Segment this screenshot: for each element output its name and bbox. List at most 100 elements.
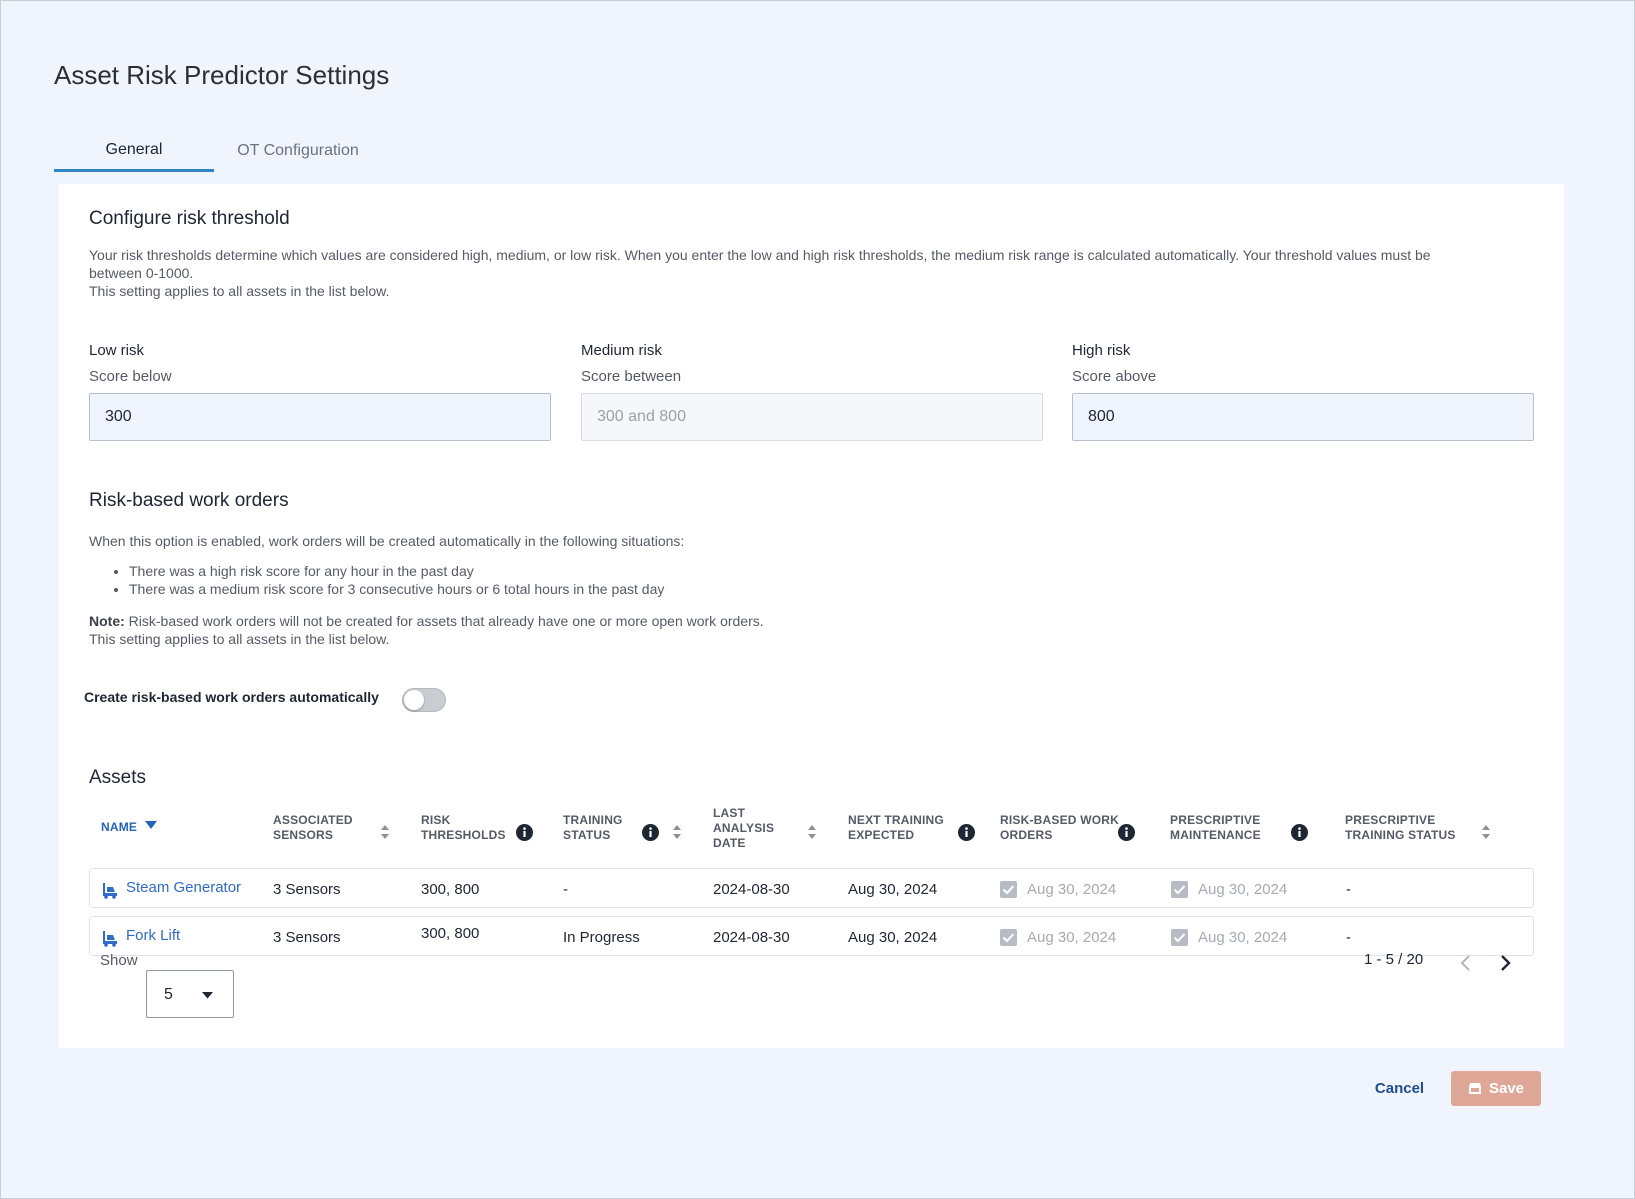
auto-work-orders-label: Create risk-based work orders automatica… <box>84 689 379 705</box>
save-icon <box>1468 1083 1481 1094</box>
prescriptive-maintenance-checkbox <box>1171 881 1188 898</box>
work-orders-note: Note: Risk-based work orders will not be… <box>89 612 764 648</box>
list-item: There was a high risk score for any hour… <box>129 562 664 580</box>
medium-risk-input: 300 and 800 <box>581 393 1043 441</box>
risk-work-orders-date: Aug 30, 2024 <box>1027 881 1117 898</box>
check-icon <box>1173 885 1186 895</box>
medium-risk-label: Medium risk <box>581 342 662 359</box>
prescriptive-maintenance-checkbox <box>1171 929 1188 946</box>
header-line: NEXT TRAINING <box>848 813 944 827</box>
header-line: RISK-BASED WORK <box>1000 813 1119 827</box>
header-line: ANALYSIS <box>713 821 775 835</box>
column-header-training-status: TRAINING STATUS <box>563 813 623 843</box>
prescriptive-maintenance-date: Aug 30, 2024 <box>1198 929 1288 946</box>
chevron-down-icon <box>202 992 213 999</box>
header-line: LAST <box>713 806 746 820</box>
column-header-associated-sensors: ASSOCIATED SENSORS <box>273 813 353 843</box>
note-label: Note: <box>89 613 125 629</box>
asset-last-analysis: 2024-08-30 <box>713 929 790 946</box>
toggle-knob <box>404 690 424 710</box>
asset-next-training: Aug 30, 2024 <box>848 929 938 946</box>
save-button-label: Save <box>1488 1080 1525 1097</box>
column-header-name[interactable]: NAME <box>101 820 137 835</box>
sort-icon[interactable] <box>673 825 681 839</box>
header-line: PRESCRIPTIVE <box>1345 813 1436 827</box>
header-line: RISK <box>421 813 451 827</box>
asset-last-analysis: 2024-08-30 <box>713 881 790 898</box>
info-icon[interactable] <box>1118 824 1135 841</box>
chevron-left-icon[interactable] <box>1456 952 1476 974</box>
header-line: TRAINING <box>563 813 623 827</box>
header-line: ORDERS <box>1000 828 1053 842</box>
header-line: ASSOCIATED <box>273 813 353 827</box>
asset-name-link[interactable]: Steam Generator <box>126 879 241 896</box>
cancel-button[interactable]: Cancel <box>1367 1071 1432 1105</box>
save-button[interactable]: Save <box>1451 1071 1541 1106</box>
check-icon <box>1002 885 1015 895</box>
medium-risk-sublabel: Score between <box>581 368 682 385</box>
low-risk-input[interactable]: 300 <box>89 393 551 441</box>
table-row: Fork Lift 3 Sensors 300, 800 In Progress… <box>89 916 1534 956</box>
note-text: Risk-based work orders will not be creat… <box>124 613 764 629</box>
page-size-select[interactable]: 5 <box>146 970 234 1018</box>
work-orders-section-title: Risk-based work orders <box>89 490 289 511</box>
threshold-section-title: Configure risk threshold <box>89 208 290 229</box>
header-line: TRAINING STATUS <box>1345 828 1456 842</box>
header-line: STATUS <box>563 828 611 842</box>
high-risk-label: High risk <box>1072 342 1131 359</box>
column-header-prescriptive-maintenance: PRESCRIPTIVE MAINTENANCE <box>1170 813 1261 843</box>
info-icon[interactable] <box>516 824 533 841</box>
work-orders-intro: When this option is enabled, work orders… <box>89 533 685 549</box>
header-line: MAINTENANCE <box>1170 828 1261 842</box>
header-line: PRESCRIPTIVE <box>1170 813 1261 827</box>
risk-work-orders-checkbox <box>1000 881 1017 898</box>
info-icon[interactable] <box>642 824 659 841</box>
header-line: SENSORS <box>273 828 334 842</box>
prescriptive-training-status: - <box>1346 929 1351 946</box>
page-size-value: 5 <box>164 986 173 1003</box>
column-header-risk-thresholds: RISK THRESHOLDS <box>421 813 506 843</box>
asset-thresholds: 300, 800 <box>421 925 480 942</box>
sort-icon[interactable] <box>808 825 816 839</box>
info-icon[interactable] <box>1291 824 1308 841</box>
table-row: Steam Generator 3 Sensors 300, 800 - 202… <box>89 868 1534 908</box>
threshold-desc-line-2: between 0-1000. <box>89 265 194 281</box>
chevron-right-icon[interactable] <box>1495 952 1515 974</box>
pagination-range: 1 - 5 / 20 <box>1364 951 1424 968</box>
tab-ot-configuration[interactable]: OT Configuration <box>214 130 382 172</box>
asset-training-status: In Progress <box>563 929 640 946</box>
asset-sensors: 3 Sensors <box>273 881 341 898</box>
header-line: EXPECTED <box>848 828 915 842</box>
note-line-2: This setting applies to all assets in th… <box>89 631 390 647</box>
forklift-icon <box>103 883 117 899</box>
forklift-icon <box>103 931 117 947</box>
auto-work-orders-toggle[interactable] <box>402 688 446 712</box>
tab-bar: General OT Configuration <box>54 130 382 172</box>
risk-work-orders-checkbox <box>1000 929 1017 946</box>
work-orders-conditions: There was a high risk score for any hour… <box>129 562 664 598</box>
column-header-prescriptive-training-status: PRESCRIPTIVE TRAINING STATUS <box>1345 813 1456 843</box>
threshold-desc-line-1: Your risk thresholds determine which val… <box>89 247 1431 263</box>
page-title: Asset Risk Predictor Settings <box>54 60 390 90</box>
settings-card: Configure risk threshold Your risk thres… <box>59 184 1564 1048</box>
low-risk-label: Low risk <box>89 342 145 359</box>
column-header-last-analysis-date: LAST ANALYSIS DATE <box>713 806 774 851</box>
column-header-risk-based-work-orders: RISK-BASED WORK ORDERS <box>1000 813 1119 843</box>
sort-icon[interactable] <box>381 825 389 839</box>
risk-work-orders-date: Aug 30, 2024 <box>1027 929 1117 946</box>
threshold-description: Your risk thresholds determine which val… <box>89 246 1534 300</box>
asset-name-link[interactable]: Fork Lift <box>126 927 180 944</box>
low-risk-sublabel: Score below <box>89 368 172 385</box>
page-size-label: Show <box>100 952 138 969</box>
info-icon[interactable] <box>958 824 975 841</box>
high-risk-input[interactable]: 800 <box>1072 393 1534 441</box>
tab-general[interactable]: General <box>54 130 214 172</box>
asset-thresholds: 300, 800 <box>421 881 480 898</box>
check-icon <box>1173 933 1186 943</box>
sort-descending-icon[interactable] <box>145 820 157 830</box>
column-header-next-training-expected: NEXT TRAINING EXPECTED <box>848 813 944 843</box>
threshold-desc-line-3: This setting applies to all assets in th… <box>89 283 390 299</box>
list-item: There was a medium risk score for 3 cons… <box>129 580 664 598</box>
sort-icon[interactable] <box>1482 825 1490 839</box>
header-line: THRESHOLDS <box>421 828 506 842</box>
